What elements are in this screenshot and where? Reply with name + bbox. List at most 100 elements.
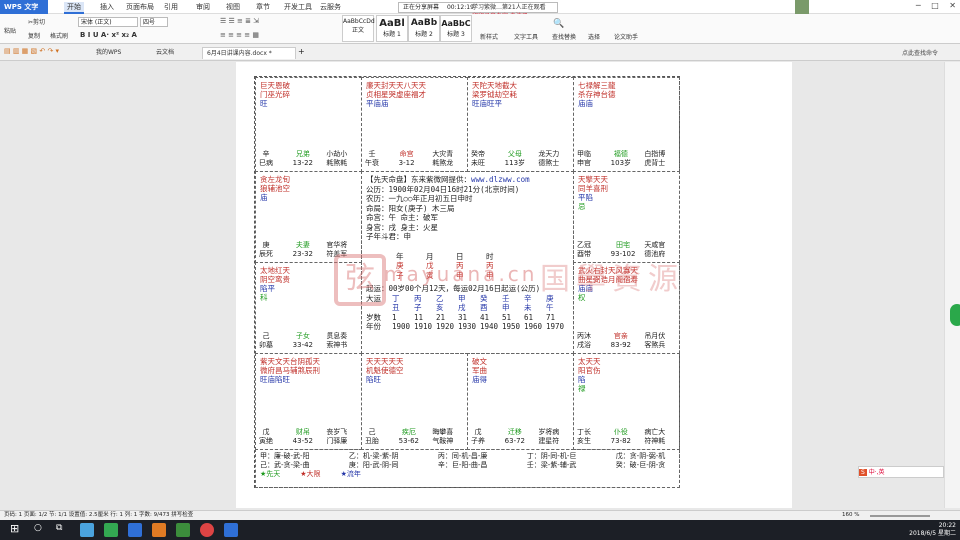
cortana-icon[interactable]: ○ bbox=[34, 523, 42, 533]
palace-footer: 戊寅绝 财帛 43-52 丧岁飞 门驿廉 bbox=[259, 428, 358, 446]
tab-document[interactable]: 6月4日讲课内容.docx * bbox=[202, 47, 296, 59]
windows-start-icon[interactable]: ⊞ bbox=[10, 522, 19, 535]
side-widget[interactable] bbox=[950, 304, 960, 326]
new-tab-icon[interactable]: + bbox=[298, 47, 305, 56]
palace-name: 兄弟 13-22 bbox=[292, 150, 313, 167]
status-bar: 页码: 1 页面: 1/2 节: 1/1 设置值: 2.5厘米 行: 1 列: … bbox=[0, 510, 960, 520]
star-line: 陷 bbox=[578, 375, 586, 384]
palace-gods: 小劫小 耗煞耗 bbox=[326, 150, 348, 167]
zoom-slider[interactable] bbox=[870, 515, 930, 517]
palace-name: 财帛 43-52 bbox=[292, 428, 313, 445]
cut-button[interactable]: ✂剪切 bbox=[28, 17, 45, 26]
menu-view[interactable]: 视图 bbox=[226, 2, 240, 12]
star-line: 巨天恩破 bbox=[260, 81, 290, 90]
palace-footer: 甲临 申官 福德 103岁 白指博 虎背士 bbox=[577, 150, 676, 168]
paper-assistant-button[interactable]: 论文助手 bbox=[614, 32, 638, 41]
new-style-button[interactable]: 新样式 bbox=[480, 32, 498, 41]
palace-stem-branch: 辛巳病 bbox=[259, 150, 273, 167]
palace-stem-branch: 丙沐 戌浴 bbox=[577, 332, 591, 349]
wps-writer-icon[interactable] bbox=[224, 523, 238, 537]
star-line: 旺 bbox=[260, 99, 268, 108]
menu-chapter[interactable]: 章节 bbox=[256, 2, 270, 12]
app-menu-button[interactable]: WPS 文字 bbox=[0, 0, 48, 14]
palace-name: 子女 33-42 bbox=[292, 332, 313, 349]
app-green-icon[interactable] bbox=[176, 523, 190, 537]
star-line: 太天天 bbox=[578, 357, 601, 366]
palace-name: 福德 103岁 bbox=[610, 150, 632, 167]
palace-stars: 巨天恩破 门巫光碎旺 bbox=[256, 78, 361, 111]
text-tools-button[interactable]: 文字工具 bbox=[514, 32, 538, 41]
palace-name: 迁移 63-72 bbox=[504, 428, 525, 445]
star-line: 杀存神台德 bbox=[578, 90, 616, 99]
star-line: 庙得 bbox=[472, 375, 487, 384]
palace-gods: 大灾青 耗煞龙 bbox=[432, 150, 454, 167]
style-heading-2[interactable]: AaBb 标题 2 bbox=[408, 15, 440, 42]
ime-toolbar[interactable]: S 中·,英 bbox=[858, 466, 944, 478]
birth-gregorian: 公历：1900年02月04日16时21分(北京时间) bbox=[366, 184, 520, 194]
chrome-icon[interactable] bbox=[200, 523, 214, 537]
tab-cloud-docs[interactable]: 云文档 bbox=[152, 47, 178, 59]
ages-row: 岁数 1 11 21 31 41 51 61 71 bbox=[366, 312, 556, 322]
palace-stars: 贪左龙旬 狼辅池空庙 bbox=[256, 172, 361, 205]
menu-developer[interactable]: 开发工具 bbox=[284, 2, 312, 12]
window-controls: ─ □ ✕ bbox=[916, 1, 956, 10]
palace-stem-branch: 癸帝 未旺 bbox=[471, 150, 485, 167]
maximize-icon[interactable]: □ bbox=[931, 1, 939, 10]
task-view-icon[interactable]: ⧉ bbox=[56, 523, 62, 533]
site-url[interactable]: www.dlzww.com bbox=[471, 175, 530, 184]
palace-chou: 天天天天天 机魁使德空 陷旺己丑胎 疾厄 53-62 晦攀喜 气鞍神 bbox=[361, 353, 468, 450]
palace-stars: 破文 军曲 庙得 bbox=[468, 354, 573, 387]
menu-layout[interactable]: 页面布局 bbox=[126, 2, 154, 12]
search-icon: 🔍 bbox=[553, 19, 565, 29]
paste-button[interactable]: 粘贴 bbox=[4, 26, 16, 35]
star-line: 狼辅池空 bbox=[260, 184, 290, 193]
font-select[interactable]: 宋体 (正文) bbox=[78, 17, 138, 27]
avatar[interactable] bbox=[795, 0, 809, 14]
star-line: 贞相星哭虚座福才 bbox=[366, 90, 426, 99]
zoom-level[interactable]: 160 % bbox=[842, 511, 859, 520]
star-line: 同羊喜刑 bbox=[578, 184, 608, 193]
align-tools[interactable]: ≡ ≡ ≡ ≡ ▦ bbox=[220, 31, 259, 39]
menu-insert[interactable]: 插入 bbox=[100, 2, 114, 12]
menu-review[interactable]: 审阅 bbox=[196, 2, 210, 12]
menu-cloud[interactable]: 云服务 bbox=[320, 2, 341, 12]
close-icon[interactable]: ✕ bbox=[949, 1, 956, 10]
palace-name: 夫妻 23-32 bbox=[292, 241, 313, 258]
copy-button[interactable]: 复制 bbox=[28, 31, 40, 40]
vertical-scrollbar[interactable] bbox=[944, 62, 960, 508]
menu-start[interactable]: 开始 bbox=[64, 2, 84, 14]
system-clock[interactable]: 20:22 2018/6/5 星期二 bbox=[909, 522, 956, 538]
select-button[interactable]: 选择 bbox=[588, 32, 600, 41]
palace-stem-branch: 庚辰死 bbox=[259, 241, 273, 258]
command-search[interactable]: 点此查找命令 bbox=[902, 48, 938, 57]
star-line: 陷旺 bbox=[366, 375, 381, 384]
style-normal[interactable]: AaBbCcDd 正文 bbox=[342, 15, 375, 42]
palace-stars: 天天天天天 机魁使德空 陷旺 bbox=[362, 354, 467, 387]
menu-reference[interactable]: 引用 bbox=[164, 2, 178, 12]
palace-stars: 太天天 阳官伤陷禄 bbox=[574, 354, 679, 396]
palace-stem-branch: 己卯墓 bbox=[259, 332, 273, 349]
style-heading-1[interactable]: AaBl 标题 1 bbox=[376, 15, 408, 42]
ming-ju: 命局：阳女(庚子) 木三局 bbox=[366, 203, 455, 213]
palace-si: 巨天恩破 门巫光碎旺辛巳病 兄弟 13-22 小劫小 耗煞耗 bbox=[255, 77, 362, 172]
quick-access-icons[interactable]: ▤ ▥ ▦ ▧ ↶ ↷ ▾ bbox=[4, 47, 59, 55]
birth-lunar: 农历：一九○○年正月初五日申时 bbox=[366, 194, 473, 203]
wechat-icon[interactable] bbox=[104, 523, 118, 537]
palace-name: 命宫 3-12 bbox=[398, 150, 415, 167]
wps-icon[interactable] bbox=[128, 523, 142, 537]
format-painter-button[interactable]: 格式刷 bbox=[50, 31, 68, 40]
palace-gods: 白指博 虎背士 bbox=[644, 150, 666, 167]
palace-footer: 丁长 亥生 仆役 73-82 病亡大 符神耗 bbox=[577, 428, 676, 446]
font-size-select[interactable]: 四号 bbox=[140, 17, 168, 27]
tab-my-wps[interactable]: 我的WPS bbox=[92, 47, 125, 59]
explorer-icon[interactable] bbox=[80, 523, 94, 537]
app-orange-icon[interactable] bbox=[152, 523, 166, 537]
paragraph-tools[interactable]: ☰ ☰ ≡ ≣ ⇲ bbox=[220, 17, 259, 25]
find-replace-button[interactable]: 查找替换 bbox=[552, 32, 576, 41]
star-line: 七禄解三龍 bbox=[578, 81, 616, 90]
palace-stars: 廉天封天天八天天 贞相星哭虚座福才 平庙庙 bbox=[362, 78, 467, 111]
palace-name: 疾厄 53-62 bbox=[398, 428, 419, 445]
format-buttons[interactable]: B I U A· x² x₂ A bbox=[80, 31, 137, 39]
minimize-icon[interactable]: ─ bbox=[916, 1, 921, 10]
style-heading-3[interactable]: AaBbC 标题 3 bbox=[440, 15, 472, 42]
